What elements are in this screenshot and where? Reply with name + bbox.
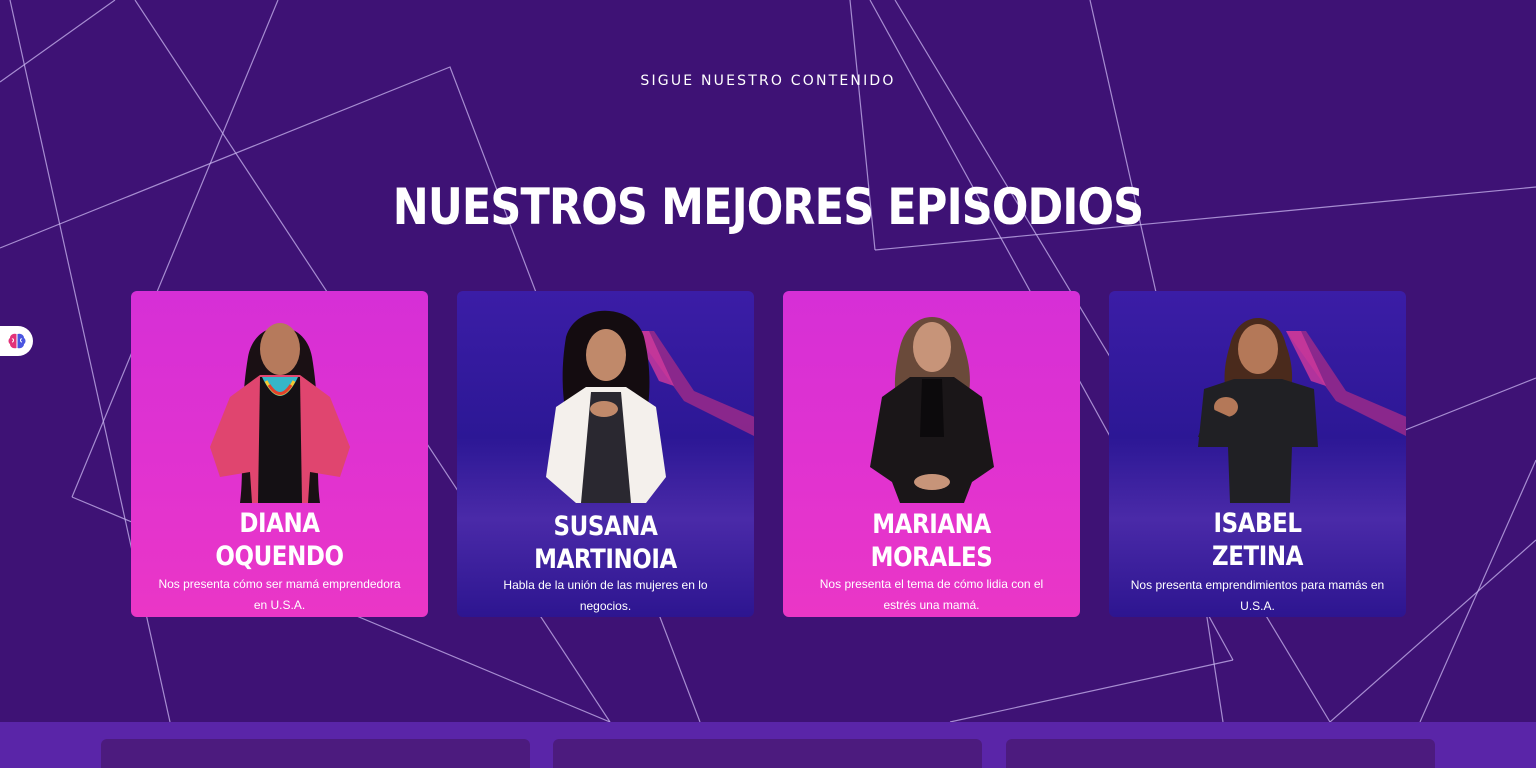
page: SIGUE NUESTRO CONTENIDO NUESTROS MEJORES… bbox=[0, 0, 1536, 768]
episode-name-line1: ISABEL bbox=[1213, 508, 1302, 539]
episode-card-isabel-zetina[interactable]: ISABEL ZETINA Nos presenta emprendimient… bbox=[1109, 291, 1406, 617]
next-section-card bbox=[553, 739, 982, 768]
episode-description: Nos presenta emprendimientos para mamás … bbox=[1130, 578, 1385, 613]
accessibility-widget-button[interactable] bbox=[0, 326, 33, 356]
episode-name-line2: ZETINA bbox=[1212, 541, 1303, 572]
episode-name-line2: MORALES bbox=[870, 542, 993, 573]
next-section-band bbox=[0, 722, 1536, 768]
next-section-card bbox=[101, 739, 530, 768]
episode-description: Habla de la unión de las mujeres en lo n… bbox=[503, 578, 708, 613]
host-photo bbox=[209, 323, 350, 503]
episode-description: Nos presenta cómo ser mamá emprendedora … bbox=[158, 577, 401, 612]
next-section-card bbox=[1006, 739, 1435, 768]
episode-description: Nos presenta el tema de cómo lidia con e… bbox=[819, 577, 1044, 612]
episode-name-line1: DIANA bbox=[239, 508, 320, 539]
episode-name-line1: SUSANA bbox=[553, 511, 658, 542]
brain-icon bbox=[8, 333, 25, 349]
section-headline: NUESTROS MEJORES EPISODIOS bbox=[392, 178, 1144, 236]
episode-name-line1: MARIANA bbox=[872, 509, 991, 540]
episode-card-susana-martinoia[interactable]: SUSANA MARTINOIA Habla de la unión de la… bbox=[457, 291, 754, 617]
episode-name-line2: OQUENDO bbox=[215, 541, 344, 572]
host-photo bbox=[1197, 318, 1318, 503]
host-photo bbox=[869, 317, 994, 503]
section-eyebrow: SIGUE NUESTRO CONTENIDO bbox=[640, 73, 896, 89]
episode-card-diana-oquendo[interactable]: DIANA OQUENDO Nos presenta cómo ser mamá… bbox=[131, 291, 428, 617]
episode-name-line2: MARTINOIA bbox=[534, 544, 677, 575]
host-photo bbox=[545, 310, 666, 503]
episode-card-mariana-morales[interactable]: MARIANA MORALES Nos presenta el tema de … bbox=[783, 291, 1080, 617]
